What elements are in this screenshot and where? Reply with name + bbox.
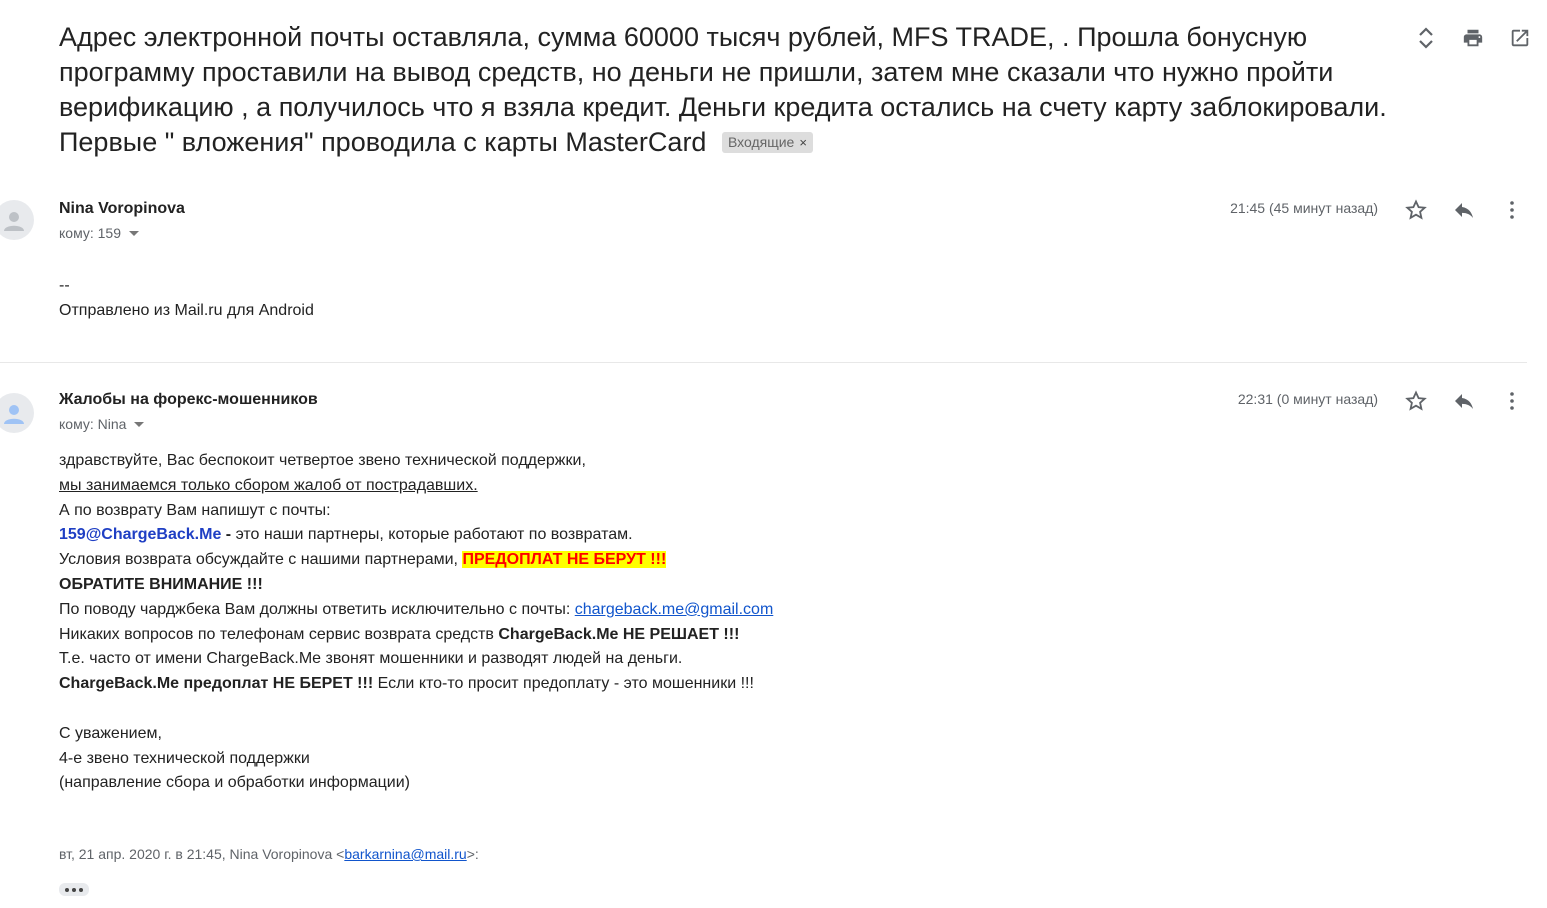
inbox-label-text: Входящие <box>727 134 795 150</box>
bold-text: ChargeBack.Me предоплат НЕ БЕРЕТ !!! <box>59 675 374 693</box>
expand-collapse-icon[interactable] <box>1412 24 1440 52</box>
bold-text: ChargeBack.Me НЕ РЕШАЕТ !!! <box>498 625 740 643</box>
message-body: здравствуйте, Вас беспокоит четвертое зв… <box>59 449 773 796</box>
body-line: мы занимаемся только сбором жалоб от пос… <box>59 476 478 494</box>
recipient-line[interactable]: кому: Nina <box>59 416 145 432</box>
body-line: По поводу чарджбека Вам должны ответить … <box>59 598 773 623</box>
body-line: здравствуйте, Вас беспокоит четвертое зв… <box>59 452 586 469</box>
quote-prefix: вт, 21 апр. 2020 г. в 21:45, Nina Voropi… <box>59 846 345 862</box>
inbox-label-chip[interactable]: Входящие × <box>721 132 813 153</box>
dropdown-caret-icon[interactable] <box>129 231 139 236</box>
star-icon[interactable] <box>1402 387 1430 415</box>
more-options-icon[interactable] <box>1498 387 1526 415</box>
body-line: Условия возврата обсуждайте с нашими пар… <box>59 548 773 573</box>
body-text: это наши партнеры, которые работают по в… <box>235 526 633 544</box>
print-icon[interactable] <box>1459 24 1487 52</box>
quoted-header: вт, 21 апр. 2020 г. в 21:45, Nina Voropi… <box>59 846 479 862</box>
partner-email: 159@ChargeBack.Me <box>59 526 222 544</box>
message-divider <box>0 362 1527 363</box>
recipient-text: кому: 159 <box>59 225 121 241</box>
open-in-new-window-icon[interactable] <box>1506 24 1534 52</box>
dash: - <box>221 526 236 544</box>
body-line: ChargeBack.Me предоплат НЕ БЕРЕТ !!! Есл… <box>59 672 773 697</box>
body-line: А по возврату Вам напишут с почты: <box>59 501 331 519</box>
email-link[interactable]: chargeback.me@gmail.com <box>575 601 774 618</box>
message-time: 21:45 (45 минут назад) <box>1230 200 1378 216</box>
message-actions <box>1402 196 1526 224</box>
body-line: 159@ChargeBack.Me - это наши партнеры, к… <box>59 523 773 548</box>
sender-name[interactable]: Жалобы на форекс-мошенников <box>59 391 318 409</box>
body-line: С уважением, <box>59 724 162 742</box>
sender-name[interactable]: Nina Voropinova <box>59 200 185 218</box>
body-line: ОБРАТИТЕ ВНИМАНИЕ !!! <box>59 575 263 593</box>
body-text: Никаких вопросов по телефонам сервис воз… <box>59 625 499 643</box>
thread-toolbar <box>1412 24 1534 52</box>
sent-from-line: Отправлено из Mail.ru для Android <box>59 301 314 319</box>
body-line: 4-е звено технической поддержки <box>59 749 310 767</box>
recipient-line[interactable]: кому: 159 <box>59 225 139 241</box>
avatar <box>0 200 34 240</box>
body-text: По поводу чарджбека Вам должны ответить … <box>59 600 575 618</box>
body-line: Т.е. часто от имени ChargeBack.Me звонят… <box>59 650 683 668</box>
body-text: Если кто-то просит предоплату - это моше… <box>373 675 754 693</box>
highlighted-warning: ПРЕДОПЛАТ НЕ БЕРУТ !!! <box>462 551 667 569</box>
message-actions <box>1402 387 1526 415</box>
quote-email-link[interactable]: barkarnina@mail.ru <box>344 846 466 862</box>
reply-icon[interactable] <box>1450 387 1478 415</box>
person-icon <box>4 212 24 231</box>
body-line: (направление сбора и обработки информаци… <box>59 774 410 792</box>
remove-label-icon[interactable]: × <box>799 135 807 150</box>
reply-icon[interactable] <box>1450 196 1478 224</box>
star-icon[interactable] <box>1402 196 1430 224</box>
email-subject: Адрес электронной почты оставляла, сумма… <box>59 20 1399 160</box>
recipient-text: кому: Nina <box>59 416 127 432</box>
more-options-icon[interactable] <box>1498 196 1526 224</box>
quote-suffix: >: <box>466 846 479 862</box>
person-icon <box>4 405 24 424</box>
dropdown-caret-icon[interactable] <box>134 422 145 427</box>
message-body: -- Отправлено из Mail.ru для Android <box>59 274 314 324</box>
show-trimmed-content-button[interactable] <box>59 883 89 896</box>
avatar <box>0 393 34 433</box>
body-line: Никаких вопросов по телефонам сервис воз… <box>59 623 773 648</box>
signature-separator: -- <box>59 277 70 294</box>
message-time: 22:31 (0 минут назад) <box>1237 391 1378 407</box>
body-text: Условия возврата обсуждайте с нашими пар… <box>59 551 463 569</box>
